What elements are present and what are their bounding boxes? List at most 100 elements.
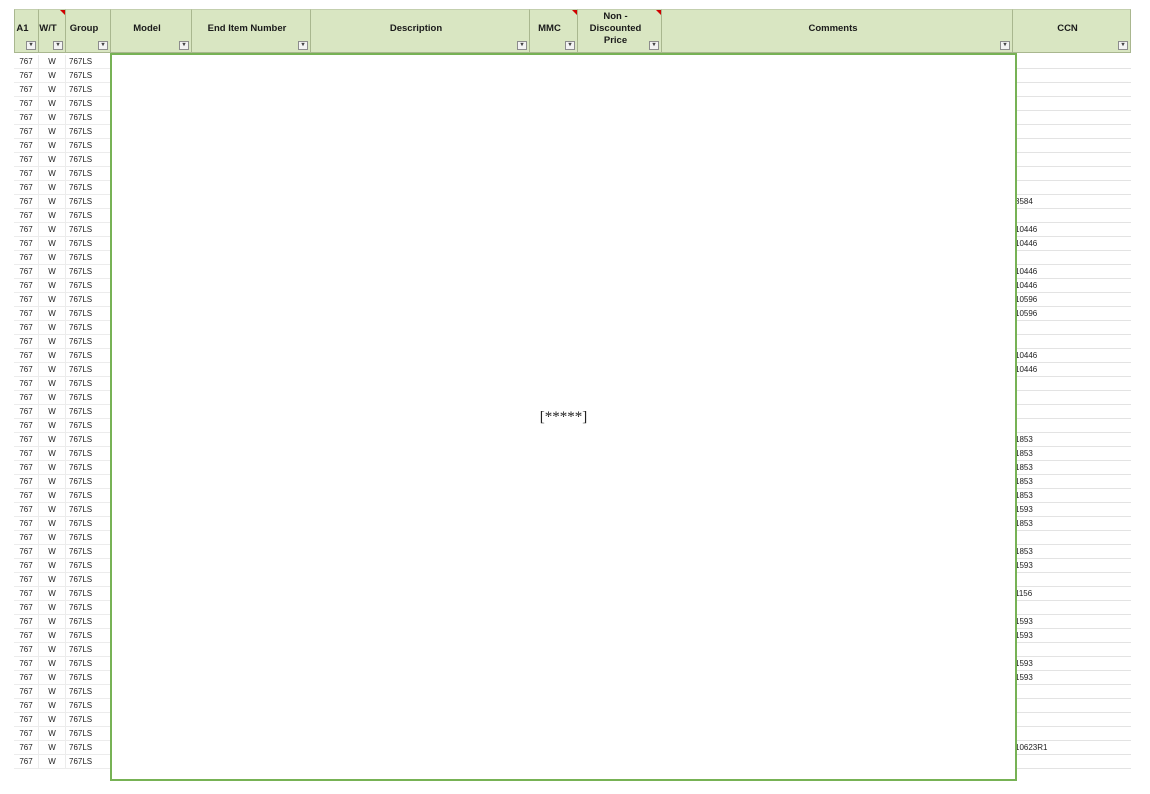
cell-wt[interactable]: W [39,111,66,125]
cell-wt[interactable]: W [39,685,66,699]
cell-ccn[interactable]: 1593 [1013,615,1131,629]
cell-ccn[interactable]: 10446 [1013,223,1131,237]
cell-a1[interactable]: 767 [14,755,39,769]
cell-a1[interactable]: 767 [14,447,39,461]
cell-ccn[interactable] [1013,391,1131,405]
cell-a1[interactable]: 767 [14,335,39,349]
cell-ccn[interactable] [1013,69,1131,83]
cell-wt[interactable]: W [39,699,66,713]
cell-group[interactable]: 767LS [66,293,111,307]
filter-dropdown-icon[interactable]: ▾ [53,41,63,50]
cell-a1[interactable]: 767 [14,489,39,503]
cell-group[interactable]: 767LS [66,97,111,111]
cell-group[interactable]: 767LS [66,461,111,475]
cell-wt[interactable]: W [39,447,66,461]
filter-dropdown-icon[interactable]: ▾ [179,41,189,50]
cell-wt[interactable]: W [39,629,66,643]
cell-wt[interactable]: W [39,167,66,181]
cell-wt[interactable]: W [39,727,66,741]
cell-wt[interactable]: W [39,461,66,475]
cell-group[interactable]: 767LS [66,713,111,727]
cell-wt[interactable]: W [39,251,66,265]
cell-group[interactable]: 767LS [66,83,111,97]
cell-group[interactable]: 767LS [66,727,111,741]
cell-group[interactable]: 767LS [66,69,111,83]
cell-ccn[interactable]: 10596 [1013,307,1131,321]
cell-wt[interactable]: W [39,601,66,615]
cell-a1[interactable]: 767 [14,321,39,335]
cell-a1[interactable]: 767 [14,643,39,657]
cell-ccn[interactable]: 10446 [1013,279,1131,293]
cell-a1[interactable]: 767 [14,461,39,475]
cell-ccn[interactable] [1013,321,1131,335]
cell-ccn[interactable]: 10623R1 [1013,741,1131,755]
cell-wt[interactable]: W [39,349,66,363]
cell-wt[interactable]: W [39,181,66,195]
cell-group[interactable]: 767LS [66,307,111,321]
cell-ccn[interactable] [1013,573,1131,587]
cell-a1[interactable]: 767 [14,237,39,251]
cell-a1[interactable]: 767 [14,265,39,279]
cell-ccn[interactable] [1013,419,1131,433]
cell-wt[interactable]: W [39,419,66,433]
cell-group[interactable]: 767LS [66,741,111,755]
cell-group[interactable]: 767LS [66,601,111,615]
cell-a1[interactable]: 767 [14,503,39,517]
cell-group[interactable]: 767LS [66,671,111,685]
cell-wt[interactable]: W [39,153,66,167]
cell-wt[interactable]: W [39,377,66,391]
cell-wt[interactable]: W [39,755,66,769]
cell-a1[interactable]: 767 [14,377,39,391]
cell-ccn[interactable] [1013,643,1131,657]
header-ccn[interactable]: CCN ▾ [1013,9,1131,53]
cell-ccn[interactable]: 1593 [1013,503,1131,517]
cell-group[interactable]: 767LS [66,657,111,671]
cell-wt[interactable]: W [39,97,66,111]
cell-group[interactable]: 767LS [66,195,111,209]
cell-ccn[interactable] [1013,181,1131,195]
cell-ccn[interactable]: 3584 [1013,195,1131,209]
cell-wt[interactable]: W [39,671,66,685]
cell-ccn[interactable]: 1853 [1013,433,1131,447]
cell-wt[interactable]: W [39,279,66,293]
cell-wt[interactable]: W [39,643,66,657]
filter-dropdown-icon[interactable]: ▾ [1118,41,1128,50]
cell-ccn[interactable] [1013,167,1131,181]
cell-wt[interactable]: W [39,405,66,419]
cell-group[interactable]: 767LS [66,111,111,125]
cell-group[interactable]: 767LS [66,251,111,265]
cell-a1[interactable]: 767 [14,55,39,69]
filter-dropdown-icon[interactable]: ▾ [298,41,308,50]
cell-wt[interactable]: W [39,335,66,349]
cell-ccn[interactable]: 1593 [1013,559,1131,573]
cell-group[interactable]: 767LS [66,755,111,769]
cell-wt[interactable]: W [39,265,66,279]
cell-group[interactable]: 767LS [66,125,111,139]
cell-a1[interactable]: 767 [14,181,39,195]
cell-group[interactable]: 767LS [66,447,111,461]
cell-ccn[interactable] [1013,251,1131,265]
cell-ccn[interactable]: 1853 [1013,461,1131,475]
cell-ccn[interactable] [1013,111,1131,125]
cell-ccn[interactable] [1013,97,1131,111]
cell-a1[interactable]: 767 [14,83,39,97]
cell-group[interactable]: 767LS [66,545,111,559]
cell-a1[interactable]: 767 [14,223,39,237]
cell-a1[interactable]: 767 [14,349,39,363]
cell-ccn[interactable] [1013,139,1131,153]
cell-a1[interactable]: 767 [14,195,39,209]
cell-wt[interactable]: W [39,55,66,69]
cell-a1[interactable]: 767 [14,573,39,587]
cell-ccn[interactable]: 1593 [1013,629,1131,643]
cell-a1[interactable]: 767 [14,167,39,181]
cell-group[interactable]: 767LS [66,643,111,657]
cell-group[interactable]: 767LS [66,573,111,587]
cell-group[interactable]: 767LS [66,517,111,531]
cell-a1[interactable]: 767 [14,685,39,699]
cell-group[interactable]: 767LS [66,335,111,349]
header-comments[interactable]: Comments ▾ [662,9,1013,53]
cell-group[interactable]: 767LS [66,475,111,489]
cell-group[interactable]: 767LS [66,531,111,545]
cell-wt[interactable]: W [39,475,66,489]
cell-a1[interactable]: 767 [14,531,39,545]
